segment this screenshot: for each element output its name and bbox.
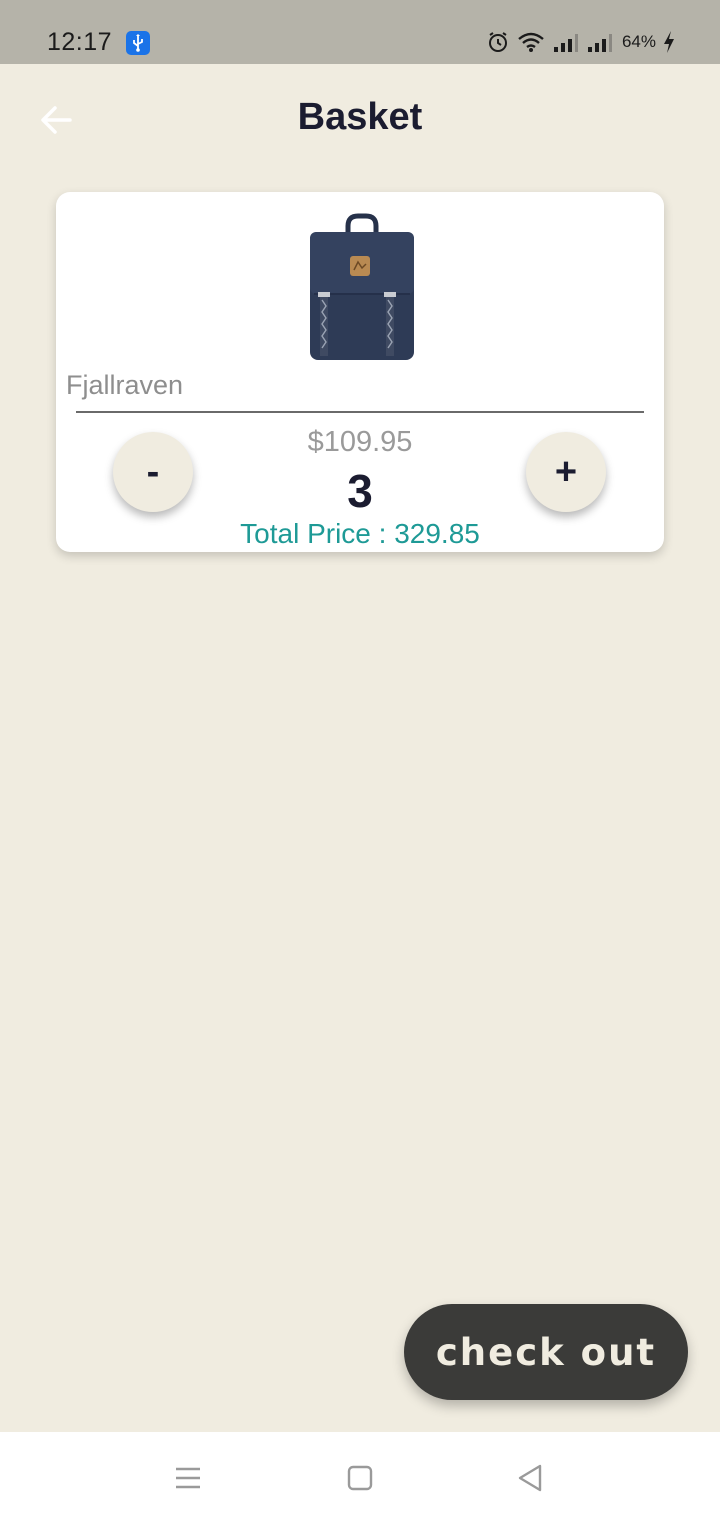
alarm-icon: [486, 30, 510, 54]
divider: [76, 411, 644, 413]
home-icon[interactable]: [342, 1460, 378, 1496]
total-price: Total Price : 329.85: [240, 518, 480, 549]
status-icons: 64%: [486, 30, 676, 54]
basket-item-card: Fjallraven $109.95 3 Total Price : 329.8…: [56, 192, 664, 552]
checkout-button[interactable]: check out: [404, 1304, 688, 1400]
decrease-quantity-button[interactable]: -: [113, 432, 193, 512]
signal-icon: [586, 30, 614, 54]
status-bar: 12:17 64%: [0, 0, 720, 64]
wifi-icon: [516, 30, 546, 54]
signal-icon: [552, 30, 580, 54]
page-title: Basket: [297, 96, 423, 138]
back-icon[interactable]: [512, 1460, 548, 1496]
menu-icon[interactable]: [170, 1460, 206, 1496]
usb-icon: [126, 31, 150, 55]
status-time: 12:17: [47, 28, 113, 56]
increase-quantity-button[interactable]: +: [526, 432, 606, 512]
battery-level: 64%: [621, 32, 656, 51]
navigation-bar: [0, 1432, 720, 1520]
charging-icon: [662, 30, 676, 54]
backpack-image: [304, 210, 420, 364]
product-name: Fjallraven: [66, 370, 184, 400]
